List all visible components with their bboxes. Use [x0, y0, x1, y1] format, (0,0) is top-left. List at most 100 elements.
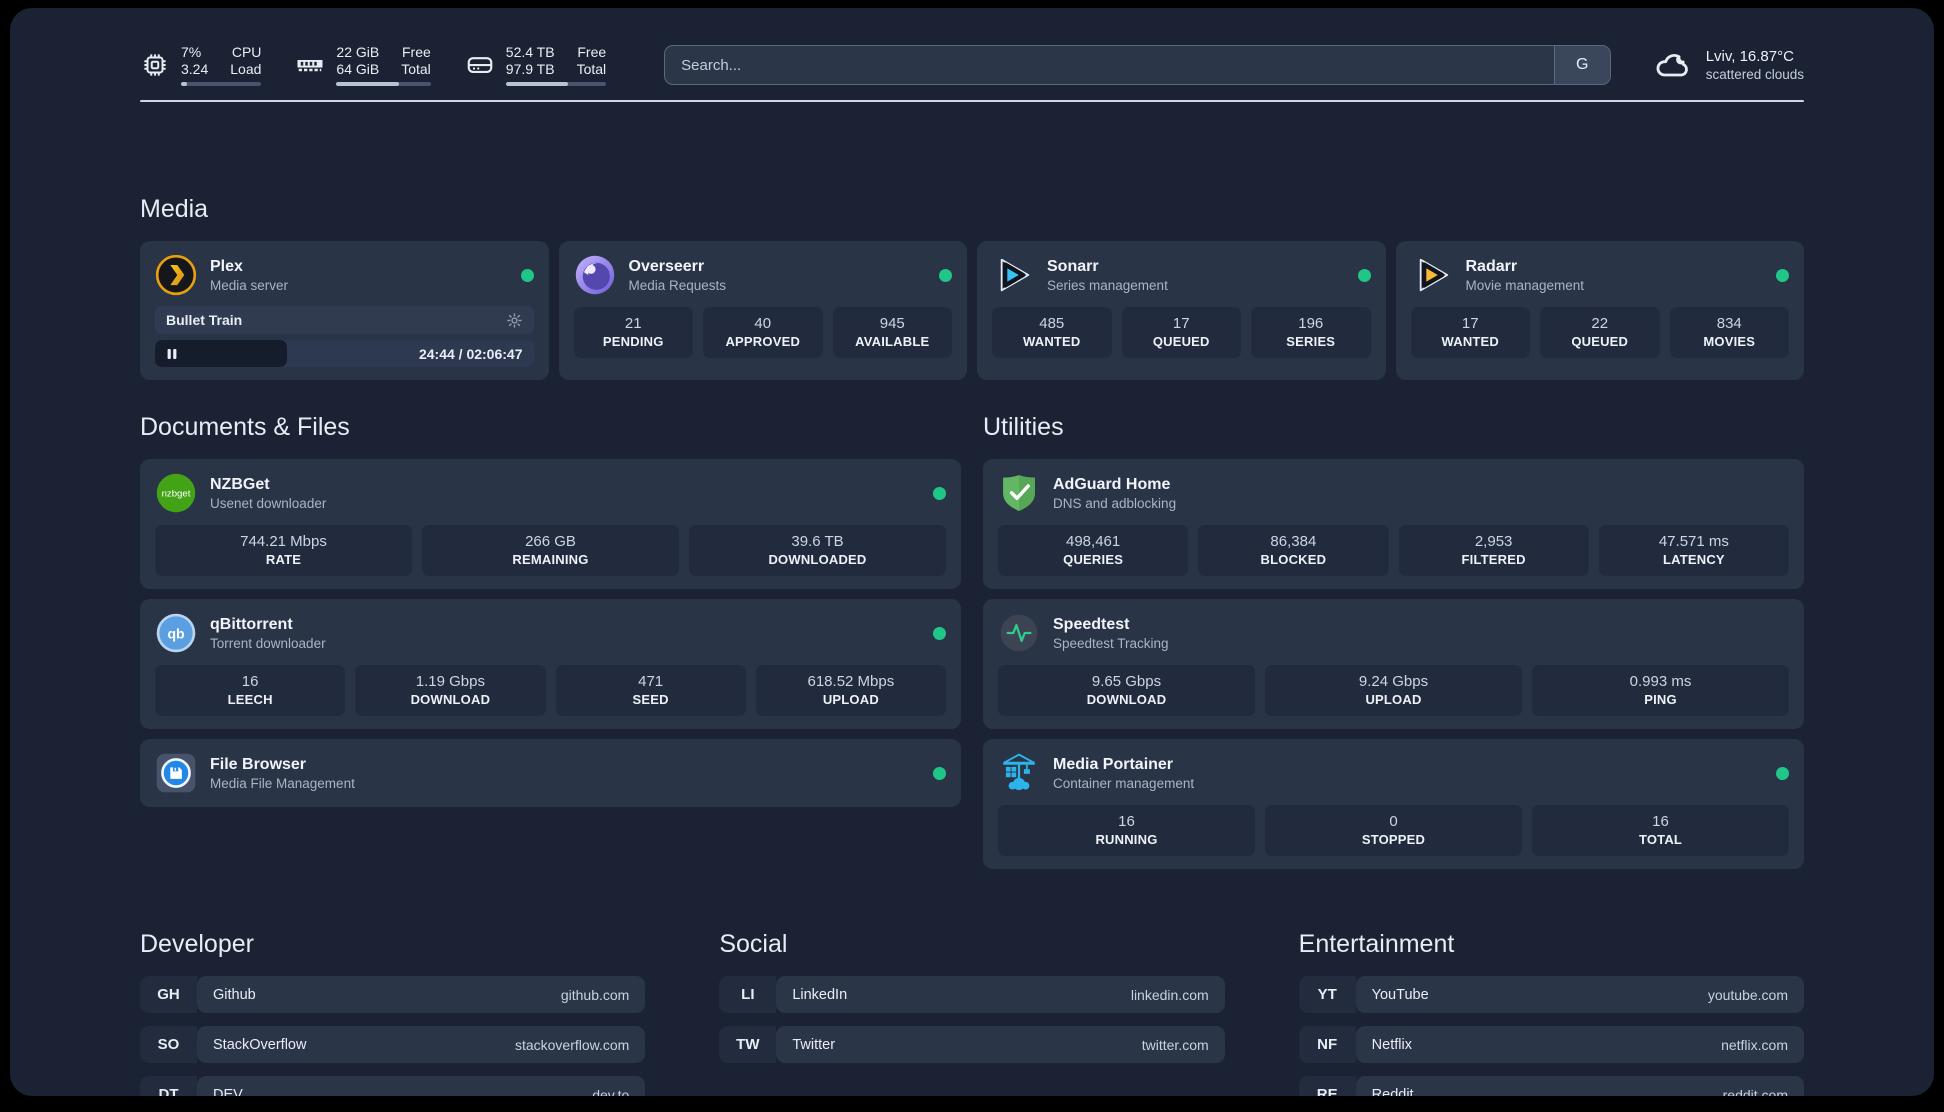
stat-movies: 834 MOVIES: [1669, 307, 1789, 358]
service-description: Container management: [1053, 775, 1195, 791]
stat-downloaded: 39.6 TB DOWNLOADED: [689, 525, 946, 576]
weather-text: Lviv, 16.87°C scattered clouds: [1706, 47, 1804, 83]
now-playing-bar: Bullet Train: [155, 306, 534, 334]
qbittorrent-stats: 16 LEECH 1.19 Gbps DOWNLOAD 471 SEED 618…: [155, 665, 946, 716]
filebrowser-service-link[interactable]: File Browser Media File Management: [155, 752, 946, 794]
now-playing-title: Bullet Train: [166, 312, 243, 328]
media-grid: Plex Media server Bullet Train 24:44 / 0…: [140, 241, 1804, 380]
links-social: Social LI LinkedIn linkedin.com TW Twitt…: [719, 929, 1225, 1096]
stat-value: 196: [1298, 315, 1324, 332]
stat-label: RUNNING: [1095, 832, 1158, 847]
service-name: File Browser: [210, 755, 307, 773]
pause-icon[interactable]: [166, 348, 178, 360]
service-name: Radarr: [1465, 257, 1518, 275]
header-bar: 7% 3.24 CPU Load 22 GiB 64 GiB Free Tota…: [140, 44, 1804, 86]
radarr-service-link[interactable]: Radarr Movie management: [1411, 254, 1789, 296]
plex-card: Plex Media server Bullet Train 24:44 / 0…: [140, 241, 549, 380]
stat-approved: 40 APPROVED: [703, 307, 823, 358]
adguard-card: AdGuard Home DNS and adblocking 498,461 …: [983, 459, 1804, 589]
cpu-chip-icon: [140, 50, 170, 80]
overseerr-text: Overseerr Media Requests: [629, 257, 727, 294]
plex-service-link[interactable]: Plex Media server: [155, 254, 534, 296]
cloud-icon: [1653, 45, 1693, 85]
link-abbr-badge: SO: [140, 1026, 197, 1063]
status-online-dot: [1357, 268, 1371, 282]
link-twitter[interactable]: TW Twitter twitter.com: [719, 1026, 1225, 1063]
plex-icon: [155, 254, 197, 296]
section-title-utilities: Utilities: [983, 413, 1064, 441]
memory-progress-bar: [336, 82, 431, 86]
settings-gear-icon[interactable]: [506, 312, 523, 329]
stat-download: 9.65 Gbps DOWNLOAD: [998, 665, 1255, 716]
memory-progress-fill: [336, 82, 399, 86]
stat-label: LATENCY: [1662, 552, 1725, 567]
service-description: Media File Management: [210, 775, 355, 791]
link-reddit[interactable]: RE Reddit reddit.com: [1298, 1076, 1804, 1096]
sonarr-text: Sonarr Series management: [1047, 257, 1168, 294]
link-youtube[interactable]: YT YouTube youtube.com: [1298, 976, 1804, 1013]
stat-value: 16: [241, 673, 259, 690]
adguard-service-link[interactable]: AdGuard Home DNS and adblocking: [998, 472, 1789, 514]
stat-value: 39.6 TB: [791, 533, 844, 550]
search-engine-button[interactable]: G: [1553, 46, 1610, 84]
search-input[interactable]: [665, 46, 1554, 84]
link-dev[interactable]: DT DEV dev.to: [140, 1076, 646, 1096]
service-description: DNS and adblocking: [1053, 495, 1177, 511]
link-netflix[interactable]: NF Netflix netflix.com: [1298, 1026, 1804, 1063]
link-pill: YouTube youtube.com: [1355, 976, 1804, 1013]
speedtest-text: Speedtest Speedtest Tracking: [1053, 615, 1169, 652]
stat-value: 17: [1461, 315, 1479, 332]
header-divider: [140, 100, 1804, 102]
stat-rate: 744.21 Mbps RATE: [155, 525, 412, 576]
stat-upload: 618.52 Mbps UPLOAD: [755, 665, 946, 716]
portainer-service-link[interactable]: Media Portainer Container management: [998, 752, 1789, 794]
stat-value: 40: [754, 315, 772, 332]
link-pill: Netflix netflix.com: [1355, 1026, 1804, 1063]
stat-label: QUERIES: [1063, 552, 1124, 567]
stat-value: 266 GB: [525, 533, 576, 550]
stat-label: TOTAL: [1638, 832, 1683, 847]
link-github[interactable]: GH Github github.com: [140, 976, 646, 1013]
service-description: Torrent downloader: [210, 635, 326, 651]
speedtest-service-link[interactable]: Speedtest Speedtest Tracking: [998, 612, 1789, 654]
cpu-progress-fill: [181, 82, 188, 86]
playback-progress-bar[interactable]: 24:44 / 02:06:47: [155, 340, 534, 367]
stat-value: 498,461: [1066, 533, 1121, 550]
status-online-dot: [933, 486, 946, 500]
links-developer: Developer GH Github github.com SO StackO…: [140, 929, 646, 1096]
nzbget-service-link[interactable]: nzbget NZBGet Usenet downloader: [155, 472, 946, 514]
stat-upload: 9.24 Gbps UPLOAD: [1265, 665, 1522, 716]
link-pill: LinkedIn linkedin.com: [776, 976, 1225, 1013]
overseerr-service-link[interactable]: Overseerr Media Requests: [574, 254, 952, 296]
portainer-card: Media Portainer Container management 16 …: [983, 739, 1804, 869]
stat-series: 196 SERIES: [1251, 307, 1371, 358]
stat-label: UPLOAD: [1365, 692, 1422, 707]
filebrowser-card: File Browser Media File Management: [140, 739, 961, 807]
ram-icon: [295, 50, 325, 80]
link-abbr-badge: NF: [1298, 1026, 1356, 1063]
link-stackoverflow[interactable]: SO StackOverflow stackoverflow.com: [140, 1026, 646, 1063]
radarr-text: Radarr Movie management: [1466, 257, 1585, 294]
middle-columns: Documents & Files nzbget NZBGet Usenet d…: [140, 412, 1804, 869]
status-online-dot: [933, 766, 946, 780]
stat-value: 485: [1039, 315, 1065, 332]
sonarr-service-link[interactable]: Sonarr Series management: [992, 254, 1371, 296]
link-linkedin[interactable]: LI LinkedIn linkedin.com: [719, 976, 1225, 1013]
memory-widget: 22 GiB 64 GiB Free Total: [295, 44, 431, 86]
qbittorrent-service-link[interactable]: qb qBittorrent Torrent downloader: [155, 612, 946, 654]
section-title-entertainment: Entertainment: [1298, 930, 1455, 958]
stat-value: 9.24 Gbps: [1358, 673, 1429, 690]
plex-text: Plex Media server: [210, 257, 288, 294]
adguard-text: AdGuard Home DNS and adblocking: [1053, 475, 1176, 512]
service-name: Overseerr: [628, 257, 705, 275]
playback-elapsed-segment: [155, 340, 288, 367]
nzbget-icon: nzbget: [155, 472, 197, 514]
svg-text:qb: qb: [167, 625, 184, 641]
memory-free-value: 22 GiB: [336, 44, 380, 60]
section-title-social: Social: [719, 930, 788, 958]
status-online-dot: [1776, 268, 1789, 282]
link-url: youtube.com: [1707, 986, 1788, 1003]
speedtest-card: Speedtest Speedtest Tracking 9.65 Gbps D…: [983, 599, 1804, 729]
stat-filtered: 2,953 FILTERED: [1398, 525, 1589, 576]
stat-value: 16: [1118, 813, 1135, 830]
